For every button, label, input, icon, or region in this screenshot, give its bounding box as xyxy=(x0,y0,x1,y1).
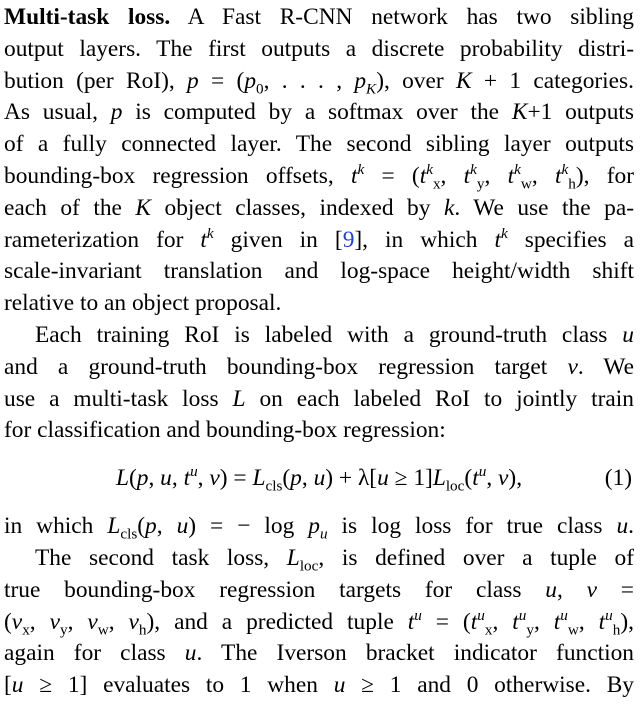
text-line-18: (vx, vy, vw, vh), and a predicted tuple … xyxy=(4,606,634,639)
text-line-1: Multi-task loss. A Fast R-CNN network ha… xyxy=(4,4,634,30)
equation-number: (1) xyxy=(604,465,632,492)
text-line-4: As usual, p is computed by a softmax ove… xyxy=(4,99,634,126)
paper-page: Multi-task loss. A Fast R-CNN network ha… xyxy=(0,0,642,712)
paragraph-heading: Multi-task loss. xyxy=(4,4,171,30)
equation-body: L(p, u, tu, v) = Lcls(p, u) + λ[u ≥ 1]Ll… xyxy=(115,463,523,495)
text-line-9: scale-invariant translation and log-spac… xyxy=(4,258,634,285)
text-line-11: Each training RoI is labeled with a grou… xyxy=(35,321,634,348)
text-line-13: use a multi-task loss L on each labeled … xyxy=(4,385,634,412)
text-line-16: The second task loss, Lloc, is defined o… xyxy=(35,544,634,575)
text-line-5: of a fully connected layer. The second s… xyxy=(4,131,634,158)
text-line-7: each of the K object classes, indexed by… xyxy=(4,194,634,221)
text-line-12: and a ground-truth bounding-box regressi… xyxy=(4,353,634,380)
text-line-8: rameterization for tk given in [9], in w… xyxy=(4,224,634,253)
text-line-3: bution (per RoI), p = (p0, . . . , pK), … xyxy=(4,67,634,98)
text-line-14: for classification and bounding-box regr… xyxy=(4,417,446,444)
text-line-20: [u ≥ 1] evaluates to 1 when u ≥ 1 and 0 … xyxy=(4,672,634,699)
text-line-10: relative to an object proposal. xyxy=(4,290,282,317)
citation-link[interactable]: 9 xyxy=(343,227,355,253)
equation-1: L(p, u, tu, v) = Lcls(p, u) + λ[u ≥ 1]Ll… xyxy=(4,447,634,511)
text-line-17: true bounding-box regression targets for… xyxy=(4,576,634,603)
text-line-15: in which Lcls(p, u) = − log pu is log lo… xyxy=(4,513,634,543)
text-line-6: bounding-box regression offsets, tk = (t… xyxy=(4,161,634,193)
text-line-2: output layers. The first outputs a discr… xyxy=(4,35,634,62)
text-line-19: again for class u. The Iverson bracket i… xyxy=(4,640,634,667)
